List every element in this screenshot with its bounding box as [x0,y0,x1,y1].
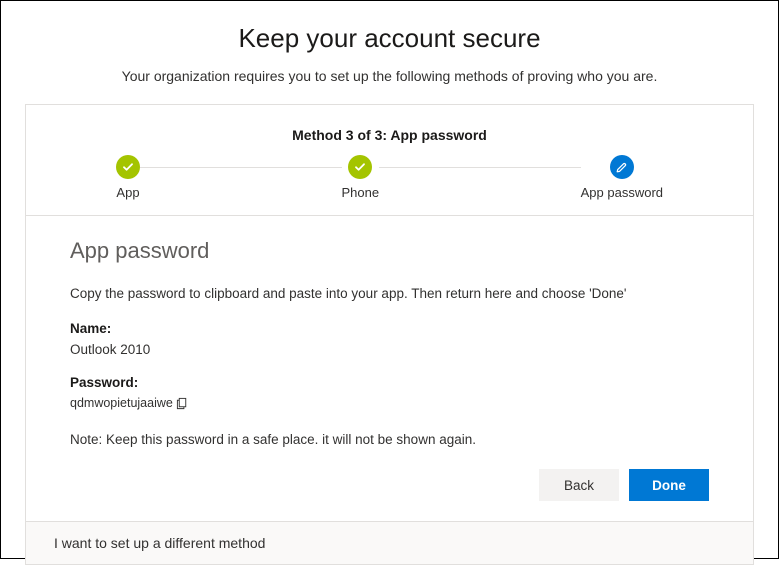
stepper: App Phone App password [26,155,753,216]
step-label: Phone [342,185,380,200]
step-label: App [116,185,139,200]
setup-card: Method 3 of 3: App password App Phone Ap… [25,104,754,522]
page-subtitle: Your organization requires you to set up… [1,68,778,84]
password-label: Password: [70,375,709,390]
name-label: Name: [70,321,709,336]
password-row: qdmwopietujaaiwe [70,396,709,410]
action-buttons: Back Done [70,469,709,505]
instruction-text: Copy the password to clipboard and paste… [70,286,709,301]
section-heading: App password [70,238,709,264]
step-app: App [116,155,140,200]
done-button[interactable]: Done [629,469,709,501]
name-value: Outlook 2010 [70,342,709,357]
checkmark-icon [116,155,140,179]
copy-icon [176,397,189,410]
checkmark-icon [348,155,372,179]
copy-button[interactable] [176,397,189,410]
content-area: App password Copy the password to clipbo… [26,216,753,521]
method-step-title: Method 3 of 3: App password [26,105,753,155]
step-phone: Phone [342,155,380,200]
connector [379,167,581,168]
pencil-icon [610,155,634,179]
page-title: Keep your account secure [1,23,778,54]
password-value: qdmwopietujaaiwe [70,396,173,410]
note-text: Note: Keep this password in a safe place… [70,432,709,447]
step-label: App password [581,185,663,200]
back-button[interactable]: Back [539,469,619,501]
connector [140,167,342,168]
step-app-password: App password [581,155,663,200]
